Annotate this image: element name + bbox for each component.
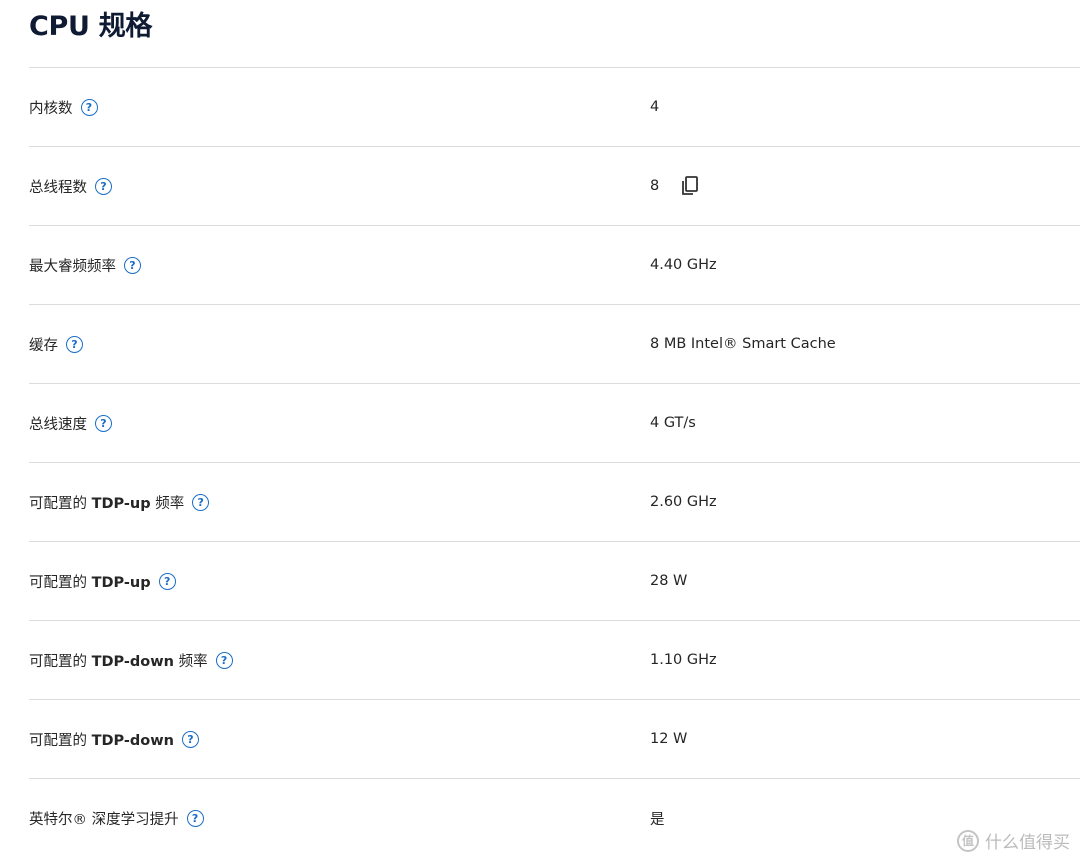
spec-label: 缓存 ? bbox=[29, 305, 83, 383]
spec-label: 最大睿频频率 ? bbox=[29, 226, 141, 304]
spec-label: 可配置的 TDP-up ? bbox=[29, 542, 176, 620]
help-icon[interactable]: ? bbox=[182, 730, 199, 748]
watermark-text: 什么值得买 bbox=[985, 833, 1070, 853]
spec-label: 可配置的 TDP-down 频率 ? bbox=[29, 621, 233, 699]
help-icon[interactable]: ? bbox=[186, 809, 204, 827]
spec-value: 1.10 GHz bbox=[650, 652, 717, 668]
help-icon[interactable]: ? bbox=[215, 651, 233, 669]
spec-table: 内核数 ? 4 总线程数 ? 8 最大睿频频率 ? 4.40 GHz 缓存 ? … bbox=[29, 67, 1080, 857]
help-icon[interactable]: ? bbox=[66, 335, 83, 353]
spec-label: 英特尔® 深度学习提升 ? bbox=[29, 779, 204, 857]
spec-value: 4 GT/s bbox=[650, 415, 696, 431]
page-title: CPU 规格 bbox=[29, 11, 153, 42]
spec-row-threads: 总线程数 ? 8 bbox=[29, 146, 1080, 225]
spec-row-tdp-down-freq: 可配置的 TDP-down 频率 ? 1.10 GHz bbox=[29, 620, 1080, 699]
help-icon[interactable]: ? bbox=[80, 98, 98, 116]
spec-value: 28 W bbox=[650, 573, 688, 589]
spec-row-cache: 缓存 ? 8 MB Intel® Smart Cache bbox=[29, 304, 1080, 383]
spec-label: 可配置的 TDP-up 频率 ? bbox=[29, 463, 210, 541]
help-icon[interactable]: ? bbox=[124, 256, 141, 274]
spec-row-max-turbo: 最大睿频频率 ? 4.40 GHz bbox=[29, 225, 1080, 304]
help-icon[interactable]: ? bbox=[95, 177, 112, 195]
watermark: 值 什么值得买 bbox=[957, 828, 1070, 853]
spec-row-tdp-up-freq: 可配置的 TDP-up 频率 ? 2.60 GHz bbox=[29, 462, 1080, 541]
spec-value: 8 MB Intel® Smart Cache bbox=[650, 336, 836, 352]
spec-label: 总线程数 ? bbox=[29, 147, 112, 225]
spec-value: 12 W bbox=[650, 731, 688, 747]
spec-value: 4 bbox=[650, 99, 660, 115]
spec-row-deep-learning: 英特尔® 深度学习提升 ? 是 bbox=[29, 778, 1080, 857]
watermark-logo-icon: 值 bbox=[957, 829, 979, 852]
copy-icon[interactable] bbox=[681, 176, 699, 196]
spec-value: 2.60 GHz bbox=[650, 494, 717, 510]
spec-label: 内核数 ? bbox=[29, 68, 98, 146]
help-icon[interactable]: ? bbox=[95, 414, 112, 432]
spec-row-bus-speed: 总线速度 ? 4 GT/s bbox=[29, 383, 1080, 462]
spec-value: 8 bbox=[650, 147, 699, 225]
spec-label: 可配置的 TDP-down ? bbox=[29, 700, 199, 778]
spec-row-tdp-up: 可配置的 TDP-up ? 28 W bbox=[29, 541, 1080, 620]
spec-value: 是 bbox=[650, 811, 665, 828]
spec-row-cores: 内核数 ? 4 bbox=[29, 67, 1080, 146]
spec-label: 总线速度 ? bbox=[29, 384, 112, 462]
help-icon[interactable]: ? bbox=[158, 572, 176, 590]
help-icon[interactable]: ? bbox=[192, 493, 210, 511]
spec-row-tdp-down: 可配置的 TDP-down ? 12 W bbox=[29, 699, 1080, 778]
spec-value: 4.40 GHz bbox=[650, 257, 717, 273]
